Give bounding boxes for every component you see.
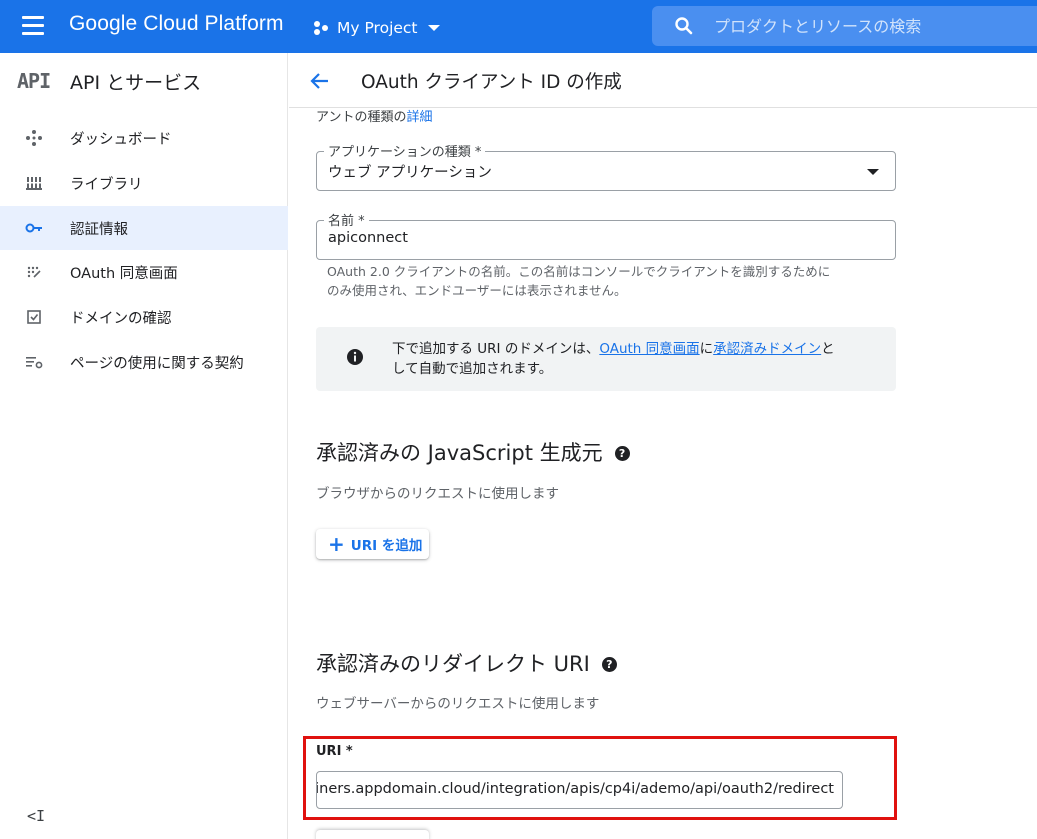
oauth-consent-link[interactable]: OAuth 同意画面 — [599, 341, 699, 357]
project-selector[interactable]: My Project — [313, 15, 440, 41]
sidebar-item-label: ページの使用に関する契約 — [70, 356, 244, 372]
checkbox-icon — [27, 310, 41, 324]
sidebar-item-label: ドメインの確認 — [70, 311, 172, 327]
sidebar-item-oauth-consent[interactable]: OAuth 同意画面 — [0, 250, 288, 294]
help-icon[interactable]: ? — [614, 446, 630, 461]
page-title: OAuth クライアント ID の作成 — [361, 72, 622, 93]
js-origins-heading: 承認済みの JavaScript 生成元? — [316, 437, 630, 467]
info-icon — [347, 349, 363, 365]
sidebar: API API とサービス ダッシュボード ライブラリ 認証情報 OAuth 同… — [0, 53, 288, 839]
redirect-uris-title: 承認済みのリダイレクト URI — [316, 652, 590, 676]
partial-text: アントの種類の — [316, 110, 407, 125]
search-input[interactable] — [714, 14, 1034, 38]
redirect-uris-desc: ウェブサーバーからのリクエストに使用します — [316, 696, 600, 712]
help-icon[interactable]: ? — [601, 657, 617, 672]
main-content: アントの種類の詳細 アプリケーションの種類 * ウェブ アプリケーション 名前 … — [289, 108, 1037, 839]
hamburger-menu-icon[interactable] — [22, 16, 46, 36]
name-label: 名前 * — [324, 210, 369, 229]
application-type-select[interactable]: アプリケーションの種類 * ウェブ アプリケーション — [316, 141, 896, 191]
project-hexagon-icon — [314, 21, 328, 35]
client-type-help-text: アントの種類の詳細 — [316, 108, 433, 125]
sidebar-item-label: 認証情報 — [70, 222, 128, 238]
sidebar-item-label: ダッシュボード — [70, 132, 172, 148]
api-logo: API — [17, 69, 51, 93]
sidebar-item-label: ライブラリ — [70, 177, 143, 193]
top-app-bar: Google Cloud Platform My Project — [0, 0, 1037, 53]
info-text-part: と — [821, 341, 835, 357]
sidebar-item-library[interactable]: ライブラリ — [0, 161, 288, 205]
sidebar-item-page-usage-agreements[interactable]: ページの使用に関する契約 — [0, 340, 288, 384]
sidebar-item-credentials[interactable]: 認証情報 — [0, 206, 288, 250]
add-js-origin-uri-button[interactable]: + URI を追加 — [316, 529, 429, 559]
sidebar-item-domain-verification[interactable]: ドメインの確認 — [0, 295, 288, 339]
sidebar-item-label: OAuth 同意画面 — [70, 266, 178, 282]
redirect-uris-heading: 承認済みのリダイレクト URI? — [316, 648, 617, 678]
info-text: 下で追加する URI のドメインは、OAuth 同意画面に承認済みドメインと し… — [392, 339, 872, 379]
add-uri-label: URI を追加 — [350, 538, 423, 554]
info-text-part: に — [699, 341, 714, 357]
sidebar-header: API API とサービス — [0, 53, 288, 107]
dashboard-icon — [26, 130, 42, 146]
name-hint-line-2: のみ使用され、エンドユーザーには表示されません。 — [327, 283, 627, 298]
brand-title[interactable]: Google Cloud Platform — [69, 12, 284, 36]
project-name: My Project — [337, 19, 418, 37]
dropdown-arrow-icon — [867, 169, 879, 175]
info-text-part: 下で追加する URI のドメインは、 — [392, 341, 600, 357]
chevron-down-icon — [427, 25, 440, 31]
sidebar-item-dashboard[interactable]: ダッシュボード — [0, 116, 288, 160]
info-text-part: して自動で追加されます。 — [392, 361, 553, 377]
js-origins-desc: ブラウザからのリクエストに使用します — [316, 486, 559, 502]
collapse-sidebar-icon[interactable]: <I — [27, 807, 45, 825]
sidebar-title: API とサービス — [70, 72, 202, 94]
redirect-uri-value: ontainers.appdomain.cloud/integration/ap… — [316, 781, 834, 797]
settings-list-icon — [26, 357, 43, 369]
add-redirect-uri-button[interactable] — [316, 830, 429, 839]
redirect-uri-input[interactable]: ontainers.appdomain.cloud/integration/ap… — [316, 771, 843, 809]
details-link[interactable]: 詳細 — [406, 110, 432, 125]
key-icon — [25, 223, 42, 233]
name-value: apiconnect — [328, 230, 408, 246]
library-icon — [26, 177, 42, 190]
back-arrow-icon[interactable] — [309, 70, 331, 92]
info-banner: 下で追加する URI のドメインは、OAuth 同意画面に承認済みドメインと し… — [316, 327, 896, 391]
plus-icon: + — [328, 532, 345, 556]
search-icon — [675, 17, 693, 35]
application-type-value: ウェブ アプリケーション — [328, 165, 492, 181]
consent-icon — [27, 266, 41, 278]
page-header: OAuth クライアント ID の作成 — [289, 53, 1037, 108]
name-hint-line-1: OAuth 2.0 クライアントの名前。この名前はコンソールでクライアントを識別… — [327, 264, 831, 279]
name-hint: OAuth 2.0 クライアントの名前。この名前はコンソールでクライアントを識別… — [327, 262, 887, 300]
name-field[interactable]: 名前 * apiconnect — [316, 210, 896, 260]
application-type-label: アプリケーションの種類 * — [324, 141, 486, 160]
uri-label: URI * — [316, 744, 353, 759]
js-origins-title: 承認済みの JavaScript 生成元 — [316, 441, 603, 465]
search-box[interactable] — [652, 6, 1037, 46]
authorized-domains-link[interactable]: 承認済みドメイン — [713, 341, 821, 357]
